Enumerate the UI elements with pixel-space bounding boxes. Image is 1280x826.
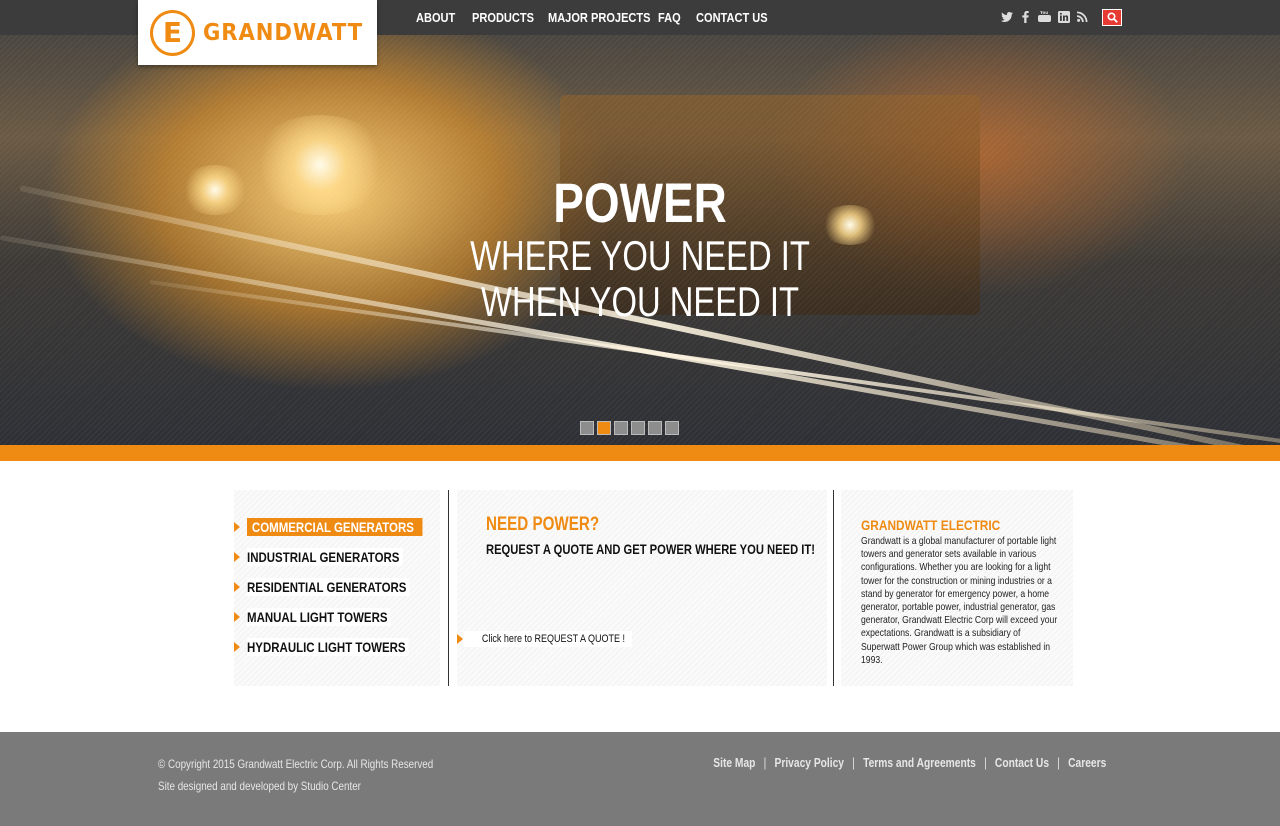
separator: |	[763, 756, 766, 770]
arrow-right-icon	[234, 612, 240, 622]
logo-text: GRANDWATT	[203, 19, 364, 46]
footer-link-privacy-policy[interactable]: Privacy Policy	[774, 756, 844, 770]
footer-link-terms[interactable]: Terms and Agreements	[863, 756, 976, 770]
nav-about[interactable]: ABOUT	[416, 10, 455, 25]
product-link-manual-light-towers[interactable]: MANUAL LIGHT TOWERS	[234, 602, 440, 632]
youtube-icon[interactable]: You	[1038, 10, 1051, 23]
hero-title: POWER	[553, 171, 727, 234]
accent-band	[0, 445, 1280, 461]
product-link-hydraulic-light-towers[interactable]: HYDRAULIC LIGHT TOWERS	[234, 632, 440, 662]
product-link-industrial-generators[interactable]: INDUSTRIAL GENERATORS	[234, 542, 440, 572]
linkedin-icon[interactable]	[1057, 10, 1070, 23]
hero-slider: POWER WHERE YOU NEED IT WHEN YOU NEED IT	[0, 35, 1280, 445]
request-quote-link[interactable]: Click here to REQUEST A QUOTE !	[457, 631, 669, 647]
product-label: INDUSTRIAL GENERATORS	[247, 548, 403, 566]
arrow-right-icon	[234, 552, 240, 562]
about-title: GRANDWATT ELECTRIC	[861, 517, 1001, 533]
footer-link-site-map[interactable]: Site Map	[713, 756, 755, 770]
slider-pagination	[580, 421, 679, 435]
about-panel: GRANDWATT ELECTRIC Grandwatt is a global…	[841, 490, 1073, 686]
arrow-right-icon	[234, 522, 240, 532]
quote-title: NEED POWER?	[486, 514, 600, 535]
product-label: RESIDENTIAL GENERATORS	[247, 578, 410, 596]
product-label: MANUAL LIGHT TOWERS	[247, 608, 391, 626]
search-icon	[1106, 12, 1118, 23]
divider	[448, 490, 449, 686]
svg-text:You: You	[1039, 11, 1048, 15]
product-label: HYDRAULIC LIGHT TOWERS	[247, 638, 409, 656]
main-nav: ABOUT PRODUCTS MAJOR PROJECTS FAQ CONTAC…	[416, 0, 784, 35]
credit-text: Site designed and developed by Studio Ce…	[158, 779, 361, 793]
twitter-icon[interactable]	[1000, 10, 1013, 23]
hero-line-2: WHERE YOU NEED IT	[470, 232, 810, 279]
social-links: You	[1000, 10, 1089, 23]
product-menu: COMMERCIAL GENERATORS INDUSTRIAL GENERAT…	[234, 490, 440, 686]
hero-headline: POWER WHERE YOU NEED IT WHEN YOU NEED IT	[0, 173, 1280, 325]
product-link-commercial-generators[interactable]: COMMERCIAL GENERATORS	[234, 512, 440, 542]
slide-dot-2[interactable]	[597, 421, 611, 435]
quote-panel: NEED POWER? REQUEST A QUOTE AND GET POWE…	[457, 490, 827, 686]
facebook-icon[interactable]	[1019, 10, 1032, 23]
rss-icon[interactable]	[1076, 10, 1089, 23]
product-link-residential-generators[interactable]: RESIDENTIAL GENERATORS	[234, 572, 440, 602]
footer-links: Site Map | Privacy Policy | Terms and Ag…	[713, 756, 1106, 770]
footer-copy: © Copyright 2015 Grandwatt Electric Corp…	[158, 753, 433, 797]
copyright-text: © Copyright 2015 Grandwatt Electric Corp…	[158, 757, 434, 771]
slide-dot-5[interactable]	[648, 421, 662, 435]
footer-link-careers[interactable]: Careers	[1068, 756, 1106, 770]
request-quote-label: Click here to REQUEST A QUOTE !	[463, 631, 632, 647]
separator: |	[851, 756, 855, 770]
arrow-right-icon	[234, 582, 240, 592]
slide-dot-3[interactable]	[614, 421, 628, 435]
footer-link-contact-us[interactable]: Contact Us	[995, 756, 1049, 770]
slide-dot-4[interactable]	[631, 421, 645, 435]
quote-subtitle: REQUEST A QUOTE AND GET POWER WHERE YOU …	[486, 541, 815, 557]
arrow-right-icon	[234, 642, 240, 652]
logo-mark: E	[150, 9, 195, 56]
divider	[833, 490, 834, 686]
footer: © Copyright 2015 Grandwatt Electric Corp…	[0, 732, 1280, 826]
slide-dot-6[interactable]	[665, 421, 679, 435]
product-label: COMMERCIAL GENERATORS	[247, 518, 423, 536]
slide-dot-1[interactable]	[580, 421, 594, 435]
search-button[interactable]	[1102, 9, 1122, 26]
logo[interactable]: E GRANDWATT	[138, 0, 377, 65]
nav-faq[interactable]: FAQ	[658, 10, 681, 25]
separator: |	[983, 756, 987, 770]
hero-line-3: WHEN YOU NEED IT	[481, 278, 799, 325]
nav-products[interactable]: PRODUCTS	[472, 10, 534, 25]
separator: |	[1056, 756, 1060, 770]
about-body: Grandwatt is a global manufacturer of po…	[861, 535, 1058, 666]
nav-contact-us[interactable]: CONTACT US	[696, 10, 768, 25]
nav-major-projects[interactable]: MAJOR PROJECTS	[548, 10, 651, 25]
